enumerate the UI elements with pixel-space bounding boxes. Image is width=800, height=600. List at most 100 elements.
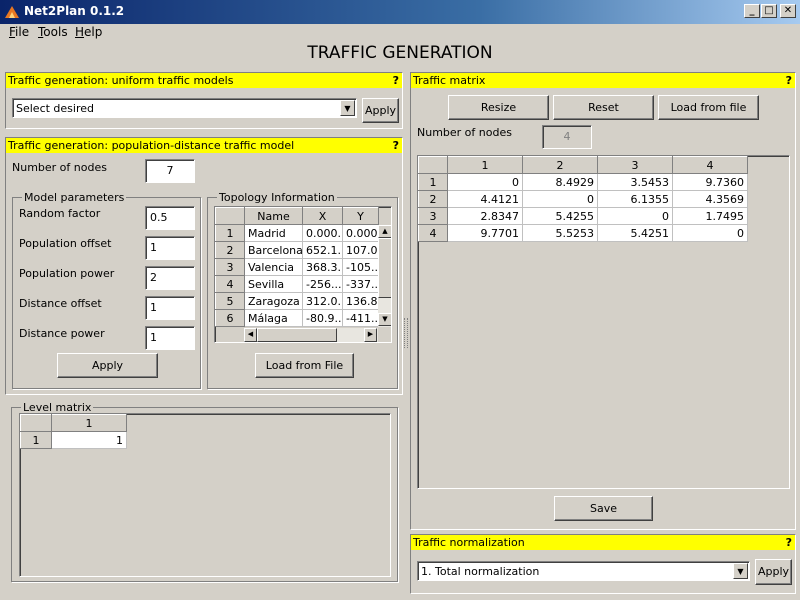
menu-help[interactable]: Help	[75, 25, 102, 39]
traffic-cell[interactable]: 0	[597, 207, 673, 225]
model-apply-button[interactable]: Apply	[57, 353, 158, 378]
save-button[interactable]: Save	[554, 496, 653, 521]
help-icon[interactable]: ?	[786, 73, 792, 88]
reset-button[interactable]: Reset	[553, 95, 654, 120]
topology-table: Name X Y 1 Madrid 0.000... 0.000 2 Barce…	[214, 206, 392, 343]
table-row: 1 0 8.4929 3.5453 9.7360	[418, 173, 748, 191]
row-header: 3	[215, 258, 245, 276]
traffic-cell[interactable]: 8.4929	[522, 173, 598, 191]
traffic-cell[interactable]: 0	[672, 224, 748, 242]
normalization-select-value: 1. Total normalization	[421, 565, 540, 578]
row-header: 2	[418, 190, 448, 208]
table-row: 1 1	[20, 431, 127, 449]
normalization-apply-button[interactable]: Apply	[755, 559, 792, 585]
population-power-label: Population power	[19, 267, 115, 280]
normalization-select[interactable]: 1. Total normalization ▼	[417, 561, 750, 581]
node-y-cell[interactable]: -105..	[342, 258, 379, 276]
table-row: 3 Valencia 368.3... -105..	[215, 258, 379, 276]
column-header-x[interactable]: X	[302, 207, 343, 225]
uniform-panel-header: Traffic generation: uniform traffic mode…	[6, 73, 402, 88]
table-row: 4 Sevilla -256.... -337..	[215, 275, 379, 293]
traffic-cell[interactable]: 5.5253	[522, 224, 598, 242]
node-y-cell[interactable]: 0.000	[342, 224, 379, 242]
resize-button[interactable]: Resize	[448, 95, 549, 120]
table-corner	[418, 156, 448, 174]
node-name-cell[interactable]: Málaga	[244, 309, 303, 327]
traffic-cell[interactable]: 3.5453	[597, 173, 673, 191]
node-x-cell[interactable]: 368.3...	[302, 258, 343, 276]
traffic-cell[interactable]: 5.4255	[522, 207, 598, 225]
topology-load-button[interactable]: Load from File	[255, 353, 354, 378]
traffic-cell[interactable]: 4.4121	[447, 190, 523, 208]
scroll-down-icon[interactable]: ▼	[378, 313, 391, 326]
scroll-right-icon[interactable]: ▶	[364, 328, 377, 342]
close-icon[interactable]: ✕	[780, 4, 796, 18]
traffic-cell[interactable]: 1.7495	[672, 207, 748, 225]
load-from-file-button[interactable]: Load from file	[658, 95, 759, 120]
help-icon[interactable]: ?	[786, 535, 792, 550]
traffic-cell[interactable]: 0	[522, 190, 598, 208]
chevron-down-icon[interactable]: ▼	[340, 100, 355, 116]
scroll-up-icon[interactable]: ▲	[378, 225, 391, 238]
traffic-cell[interactable]: 4.3569	[672, 190, 748, 208]
distance-power-label: Distance power	[19, 327, 105, 340]
uniform-apply-button[interactable]: Apply	[362, 98, 399, 123]
row-header: 1	[215, 224, 245, 242]
column-header[interactable]: 1	[51, 414, 127, 432]
table-row: 4 9.7701 5.5253 5.4251 0	[418, 224, 748, 242]
column-header-y[interactable]: Y	[342, 207, 379, 225]
node-y-cell[interactable]: -337..	[342, 275, 379, 293]
num-nodes-field[interactable]: 7	[145, 159, 195, 183]
node-x-cell[interactable]: 0.000...	[302, 224, 343, 242]
population-power-field[interactable]: 2	[145, 266, 195, 290]
node-y-cell[interactable]: 107.0	[342, 241, 379, 259]
menu-tools[interactable]: Tools	[38, 25, 68, 39]
column-header[interactable]: 1	[447, 156, 523, 174]
node-name-cell[interactable]: Sevilla	[244, 275, 303, 293]
traffic-cell[interactable]: 5.4251	[597, 224, 673, 242]
column-header[interactable]: 3	[597, 156, 673, 174]
column-header-name[interactable]: Name	[244, 207, 303, 225]
minimize-icon[interactable]: _	[744, 4, 760, 18]
traffic-normalization-panel: Traffic normalization ? 1. Total normali…	[410, 534, 796, 594]
node-x-cell[interactable]: -80.9...	[302, 309, 343, 327]
uniform-model-select[interactable]: Select desired ▼	[12, 98, 357, 118]
node-name-cell[interactable]: Madrid	[244, 224, 303, 242]
traffic-cell[interactable]: 0	[447, 173, 523, 191]
menu-file[interactable]: File	[9, 25, 29, 39]
traffic-cell[interactable]: 9.7701	[447, 224, 523, 242]
node-x-cell[interactable]: -256....	[302, 275, 343, 293]
help-icon[interactable]: ?	[393, 73, 399, 88]
random-factor-field[interactable]: 0.5	[145, 206, 195, 230]
chevron-down-icon[interactable]: ▼	[733, 563, 748, 579]
traffic-cell[interactable]: 2.8347	[447, 207, 523, 225]
traffic-matrix-title: Traffic matrix	[413, 74, 486, 87]
scroll-left-icon[interactable]: ◀	[244, 328, 257, 342]
scroll-thumb[interactable]	[257, 328, 337, 342]
node-name-cell[interactable]: Zaragoza	[244, 292, 303, 310]
node-name-cell[interactable]: Barcelona	[244, 241, 303, 259]
num-nodes-label: Number of nodes	[12, 161, 107, 174]
splitter-handle[interactable]	[404, 318, 408, 348]
node-y-cell[interactable]: 136.8	[342, 292, 379, 310]
column-header[interactable]: 4	[672, 156, 748, 174]
distance-power-field[interactable]: 1	[145, 326, 195, 350]
scroll-thumb[interactable]	[378, 238, 391, 298]
matrix-num-nodes-field: 4	[542, 125, 592, 149]
node-name-cell[interactable]: Valencia	[244, 258, 303, 276]
traffic-cell[interactable]: 9.7360	[672, 173, 748, 191]
horizontal-scrollbar[interactable]: ◀ ▶	[244, 328, 378, 342]
distance-offset-field[interactable]: 1	[145, 296, 195, 320]
node-y-cell[interactable]: -411..	[342, 309, 379, 327]
maximize-icon[interactable]: □	[761, 4, 777, 18]
node-x-cell[interactable]: 312.0...	[302, 292, 343, 310]
vertical-scrollbar[interactable]: ▲ ▼	[378, 225, 391, 327]
traffic-cell[interactable]: 6.1355	[597, 190, 673, 208]
help-icon[interactable]: ?	[393, 138, 399, 153]
column-header[interactable]: 2	[522, 156, 598, 174]
app-logo-icon	[5, 6, 19, 18]
level-cell[interactable]: 1	[51, 431, 127, 449]
node-x-cell[interactable]: 652.1...	[302, 241, 343, 259]
population-offset-field[interactable]: 1	[145, 236, 195, 260]
table-row: 1 Madrid 0.000... 0.000	[215, 224, 379, 242]
